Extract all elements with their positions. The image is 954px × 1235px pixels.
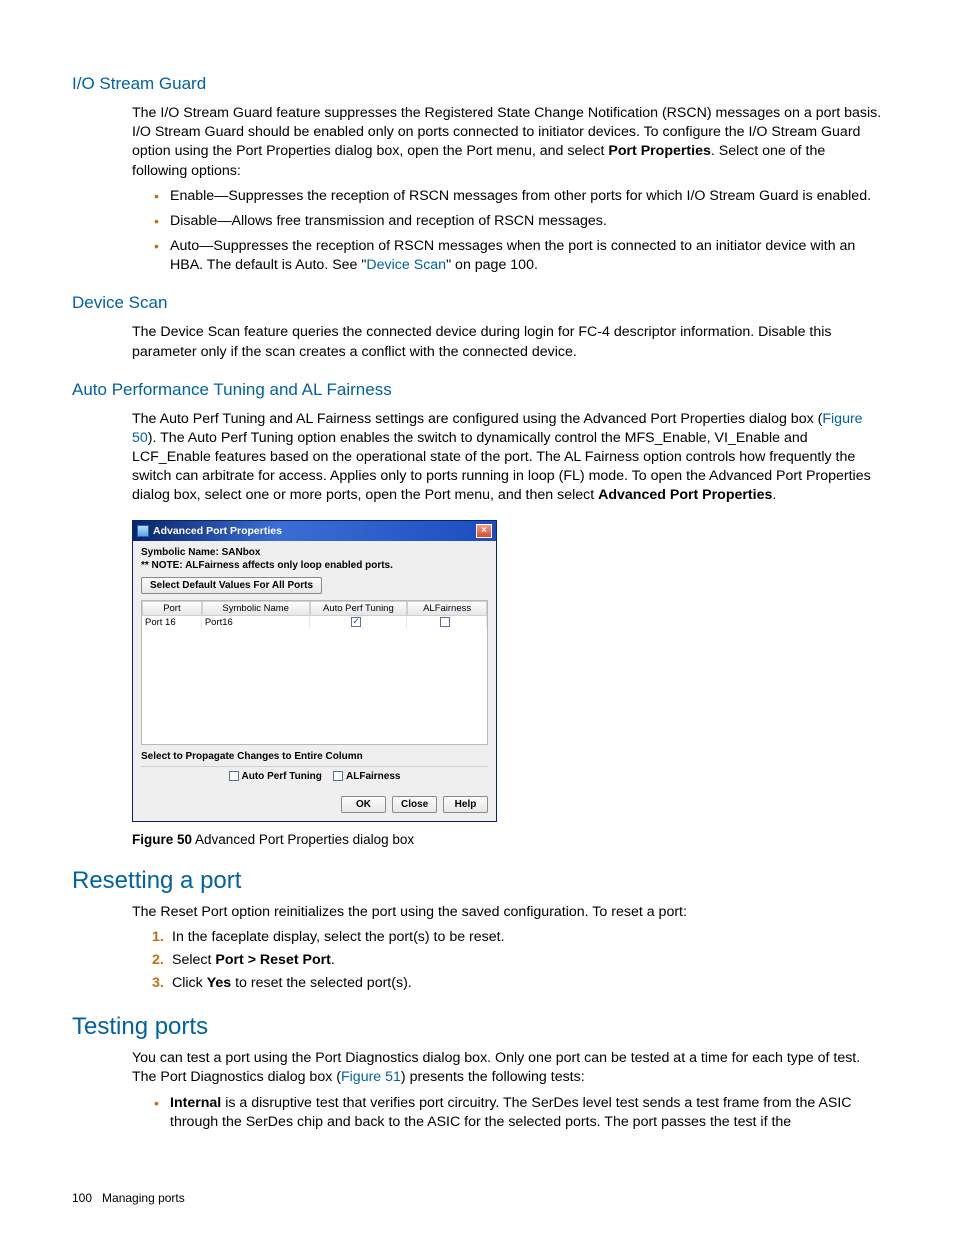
text-span: is a disruptive test that verifies port …: [170, 1095, 852, 1130]
advanced-port-properties-bold: Advanced Port Properties: [598, 487, 772, 503]
figure-51-link[interactable]: Figure 51: [341, 1069, 401, 1085]
list-item: Enable—Suppresses the reception of RSCN …: [154, 187, 882, 206]
step-item: In the faceplate display, select the por…: [152, 928, 882, 947]
resetting-steps: In the faceplate display, select the por…: [152, 928, 882, 994]
resetting-intro: The Reset Port option reinitializes the …: [132, 903, 882, 922]
table-empty-area: [142, 629, 487, 744]
page-footer: 100 Managing ports: [72, 1191, 185, 1205]
col-header-symbolic-name[interactable]: Symbolic Name: [202, 601, 310, 616]
io-stream-guard-para: The I/O Stream Guard feature suppresses …: [132, 104, 882, 181]
menu-path-bold: Port > Reset Port: [215, 952, 331, 968]
close-button[interactable]: Close: [392, 796, 437, 813]
io-stream-guard-body: The I/O Stream Guard feature suppresses …: [132, 104, 882, 275]
heading-device-scan: Device Scan: [72, 293, 882, 313]
text-span: .: [772, 487, 776, 503]
device-scan-para: The Device Scan feature queries the conn…: [132, 323, 882, 361]
figure-text: Advanced Port Properties dialog box: [192, 832, 414, 847]
dialog-figure-container: Advanced Port Properties × Symbolic Name…: [132, 520, 882, 822]
cell-alfairness: [407, 616, 487, 629]
yes-bold: Yes: [207, 975, 231, 991]
resetting-body: The Reset Port option reinitializes the …: [132, 903, 882, 994]
auto-perf-para: The Auto Perf Tuning and AL Fairness set…: [132, 410, 882, 506]
text-span: Select: [172, 952, 215, 968]
dialog-button-row: OK Close Help: [141, 796, 488, 813]
ports-table: Port Symbolic Name Auto Perf Tuning ALFa…: [141, 600, 488, 745]
auto-perf-body: The Auto Perf Tuning and AL Fairness set…: [132, 410, 882, 506]
dialog-body: Symbolic Name: SANbox ** NOTE: ALFairnes…: [133, 541, 496, 821]
advanced-port-properties-dialog: Advanced Port Properties × Symbolic Name…: [132, 520, 497, 822]
propagate-alfairness-label: ALFairness: [346, 771, 400, 782]
testing-para: You can test a port using the Port Diagn…: [132, 1049, 882, 1087]
help-button[interactable]: Help: [443, 796, 488, 813]
text-span: Click: [172, 975, 207, 991]
step-item: Click Yes to reset the selected port(s).: [152, 974, 882, 993]
cell-port: Port 16: [142, 616, 202, 629]
text-span: .: [331, 952, 335, 968]
device-scan-link[interactable]: Device Scan: [366, 257, 446, 273]
step-item: Select Port > Reset Port.: [152, 951, 882, 970]
heading-io-stream-guard: I/O Stream Guard: [72, 74, 882, 94]
table-row: Port 16 Port16: [142, 616, 487, 629]
dialog-icon: [137, 525, 149, 537]
cell-symbolic-name: Port16: [202, 616, 310, 629]
testing-body: You can test a port using the Port Diagn…: [132, 1049, 882, 1132]
list-item: Internal is a disruptive test that verif…: [154, 1094, 882, 1132]
page-number: 100: [72, 1191, 92, 1205]
propagate-label: Select to Propagate Changes to Entire Co…: [141, 751, 488, 762]
propagate-alfairness-checkbox[interactable]: [333, 771, 343, 781]
col-header-alfairness[interactable]: ALFairness: [407, 601, 487, 616]
device-scan-body: The Device Scan feature queries the conn…: [132, 323, 882, 361]
heading-auto-perf: Auto Performance Tuning and AL Fairness: [72, 380, 882, 400]
dialog-titlebar: Advanced Port Properties ×: [133, 521, 496, 541]
propagate-auto-perf-checkbox[interactable]: [229, 771, 239, 781]
col-header-auto-perf-tuning[interactable]: Auto Perf Tuning: [310, 601, 408, 616]
figure-label: Figure 50: [132, 832, 192, 847]
text-span: The Auto Perf Tuning and AL Fairness set…: [132, 411, 822, 427]
internal-bold: Internal: [170, 1095, 221, 1111]
col-header-port[interactable]: Port: [142, 601, 202, 616]
alfairness-checkbox[interactable]: [440, 617, 450, 627]
heading-resetting-a-port: Resetting a port: [72, 867, 882, 895]
text-span: to reset the selected port(s).: [231, 975, 412, 991]
alfairness-note: ** NOTE: ALFairness affects only loop en…: [141, 560, 488, 571]
port-properties-bold: Port Properties: [608, 143, 711, 159]
text-span: ) presents the following tests:: [401, 1069, 585, 1085]
figure-50-caption: Figure 50 Advanced Port Properties dialo…: [132, 832, 882, 847]
propagate-row: Auto Perf Tuning ALFairness: [141, 766, 488, 782]
table-header-row: Port Symbolic Name Auto Perf Tuning ALFa…: [142, 601, 487, 616]
footer-section: Managing ports: [102, 1191, 185, 1205]
ok-button[interactable]: OK: [341, 796, 386, 813]
auto-perf-tuning-checkbox[interactable]: [351, 617, 361, 627]
close-icon[interactable]: ×: [476, 524, 492, 538]
heading-testing-ports: Testing ports: [72, 1013, 882, 1041]
io-stream-guard-list: Enable—Suppresses the reception of RSCN …: [154, 187, 882, 276]
list-item: Auto—Suppresses the reception of RSCN me…: [154, 237, 882, 275]
text-span: " on page 100.: [446, 257, 538, 273]
dialog-title-text: Advanced Port Properties: [153, 525, 282, 537]
propagate-auto-perf-label: Auto Perf Tuning: [242, 771, 322, 782]
list-item: Disable—Allows free transmission and rec…: [154, 212, 882, 231]
testing-list: Internal is a disruptive test that verif…: [154, 1094, 882, 1132]
symbolic-name-label: Symbolic Name: SANbox: [141, 547, 488, 558]
cell-auto-perf-tuning: [310, 616, 408, 629]
select-defaults-button[interactable]: Select Default Values For All Ports: [141, 577, 322, 594]
